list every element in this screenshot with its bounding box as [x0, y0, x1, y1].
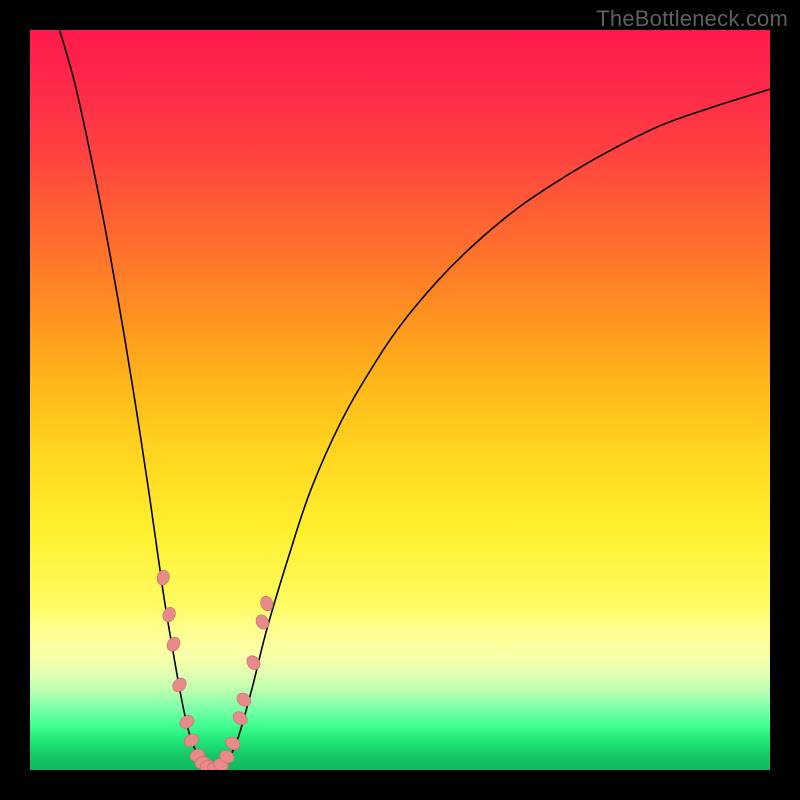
data-marker: [170, 675, 189, 694]
curve-left-branch: [60, 30, 215, 770]
plot-area: [30, 30, 770, 770]
data-marker: [155, 569, 170, 587]
data-marker: [231, 709, 250, 727]
data-marker: [254, 613, 271, 632]
chart-svg: [30, 30, 770, 770]
data-marker: [182, 732, 201, 750]
data-marker: [164, 635, 182, 654]
chart-frame: TheBottleneck.com: [0, 0, 800, 800]
curve-right-branch: [215, 89, 770, 770]
data-marker: [177, 713, 196, 731]
data-markers: [155, 569, 275, 770]
data-marker: [161, 605, 178, 624]
watermark-text: TheBottleneck.com: [596, 6, 788, 32]
data-marker: [223, 735, 242, 753]
